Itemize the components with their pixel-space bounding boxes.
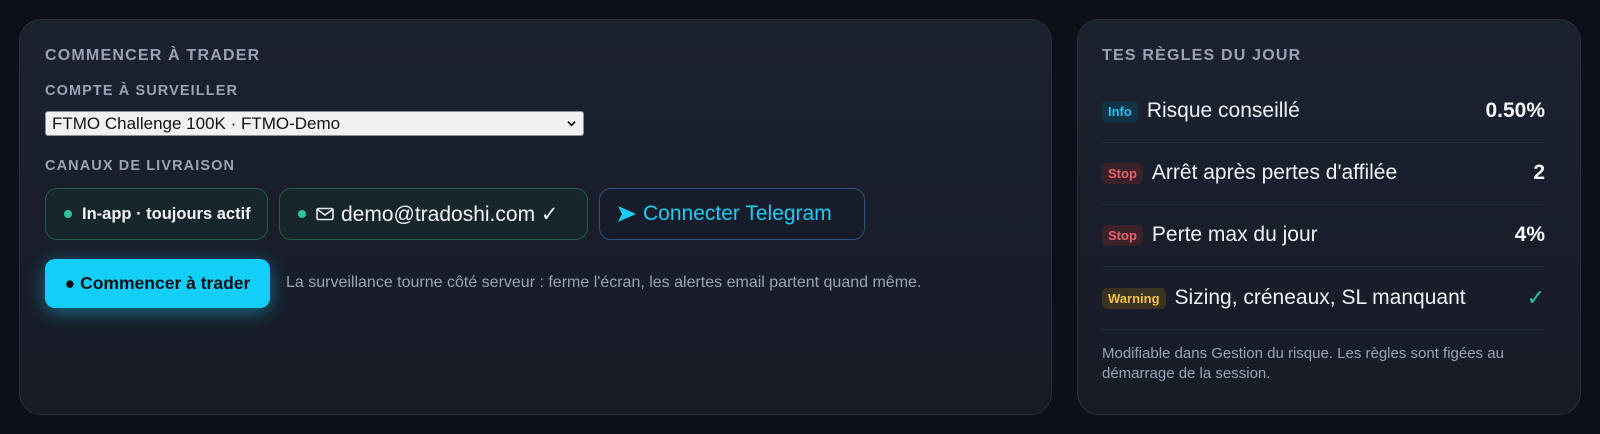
channel-inapp-label: In-app · toujours actif [82, 204, 251, 223]
rule-value: 4% [1514, 223, 1545, 246]
server-monitoring-hint: La surveillance tourne côté serveur : fe… [286, 274, 922, 291]
account-label: COMPTE À SURVEILLER [45, 83, 239, 99]
rule-value: 0.50% [1485, 99, 1545, 122]
rule-row-risk: Info Risque conseillé 0.50% [1102, 80, 1545, 142]
telegram-arrow-icon [618, 206, 636, 222]
start-trading-card: COMMENCER À TRADER COMPTE À SURVEILLER F… [19, 19, 1052, 415]
rules-card-title: TES RÈGLES DU JOUR [1102, 47, 1302, 64]
start-trading-button[interactable]: ● Commencer à trader [45, 259, 270, 308]
account-select[interactable]: FTMO Challenge 100K · FTMO-Demo [45, 111, 584, 136]
status-dot-icon [64, 210, 72, 218]
rule-row-sizing: Warning Sizing, créneaux, SL manquant ✓ [1102, 267, 1545, 329]
channel-inapp-pill[interactable]: In-app · toujours actif [45, 188, 268, 240]
rule-badge-warning: Warning [1102, 287, 1166, 309]
rule-row-consecutive-losses: Stop Arrêt après pertes d'affilée 2 [1102, 142, 1545, 204]
daily-rules-card: TES RÈGLES DU JOUR Info Risque conseillé… [1077, 19, 1581, 415]
rule-label: Risque conseillé [1146, 99, 1300, 122]
rules-footnote: Modifiable dans Gestion du risque. Les r… [1102, 345, 1504, 382]
rule-badge-stop: Stop [1102, 224, 1143, 246]
check-icon: ✓ [1526, 285, 1545, 310]
rule-row-max-daily-loss: Stop Perte max du jour 4% [1102, 204, 1545, 266]
channel-email-pill[interactable]: demo@tradoshi.com ✓ [279, 188, 588, 240]
rule-label: Sizing, créneaux, SL manquant [1174, 286, 1466, 309]
start-card-title: COMMENCER À TRADER [45, 47, 261, 64]
chevron-down-icon [567, 121, 576, 127]
rule-badge-info: Info [1102, 100, 1138, 122]
rule-divider [1102, 329, 1545, 330]
mail-icon [316, 207, 334, 221]
connect-telegram-label: Connecter Telegram [643, 202, 832, 225]
channels-label: CANAUX DE LIVRAISON [45, 158, 236, 174]
channel-email-label: demo@tradoshi.com ✓ [341, 202, 559, 226]
rule-label: Perte max du jour [1151, 223, 1318, 246]
rule-label: Arrêt après pertes d'affilée [1151, 161, 1398, 184]
status-dot-icon [298, 210, 306, 218]
rule-badge-stop: Stop [1102, 162, 1143, 184]
rule-value: 2 [1533, 161, 1545, 184]
account-select-value: FTMO Challenge 100K · FTMO-Demo [52, 114, 341, 133]
connect-telegram-button[interactable]: Connecter Telegram [599, 188, 865, 240]
